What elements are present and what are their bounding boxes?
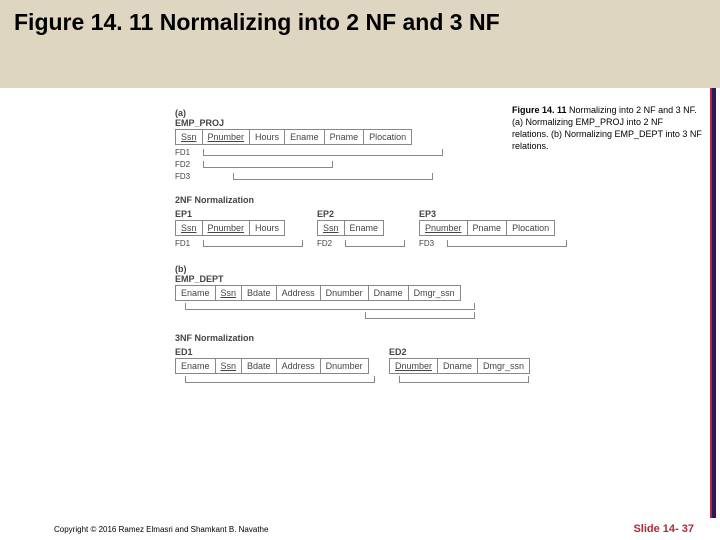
copyright-text: Copyright © 2016 Ramez Elmasri and Shamk… xyxy=(54,525,268,534)
relation-ep3: EP3 Pnumber Pname Plocation FD3 xyxy=(419,209,567,248)
relation-ed2: ED2 Dnumber Dname Dmgr_ssn xyxy=(389,347,530,383)
label-b: (b) xyxy=(175,264,187,274)
row-ep: EP1 Ssn Pnumber Hours FD1 EP2 Ssn Ename … xyxy=(175,209,575,248)
slide-body: Figure 14. 11 Normalizing into 2 NF and … xyxy=(0,88,720,518)
label-2nf: 2NF Normalization xyxy=(175,195,575,205)
slide-number: Slide 14- 37 xyxy=(633,523,694,535)
relation-emp-proj: EMP_PROJ Ssn Pnumber Hours Ename Pname P… xyxy=(175,118,575,181)
relation-emp-dept: EMP_DEPT Ename Ssn Bdate Address Dnumber… xyxy=(175,274,575,319)
relation-ep2: EP2 Ssn Ename FD2 xyxy=(317,209,405,248)
relation-ed1: ED1 Ename Ssn Bdate Address Dnumber xyxy=(175,347,375,383)
slide-title-bar: Figure 14. 11 Normalizing into 2 NF and … xyxy=(0,0,720,88)
label-a: (a) xyxy=(175,108,186,118)
section-b: (b) EMP_DEPT Ename Ssn Bdate Address Dnu… xyxy=(175,264,575,319)
section-a: (a) EMP_PROJ Ssn Pnumber Hours Ename Pna… xyxy=(175,108,575,181)
row-ed: ED1 Ename Ssn Bdate Address Dnumber ED2 … xyxy=(175,347,575,383)
label-3nf: 3NF Normalization xyxy=(175,333,575,343)
normalization-diagram: (a) EMP_PROJ Ssn Pnumber Hours Ename Pna… xyxy=(175,108,575,383)
relation-ep1: EP1 Ssn Pnumber Hours FD1 xyxy=(175,209,303,248)
slide-footer: Copyright © 2016 Ramez Elmasri and Shamk… xyxy=(0,518,720,540)
accent-stripe xyxy=(710,88,716,518)
slide-title: Figure 14. 11 Normalizing into 2 NF and … xyxy=(14,8,706,38)
